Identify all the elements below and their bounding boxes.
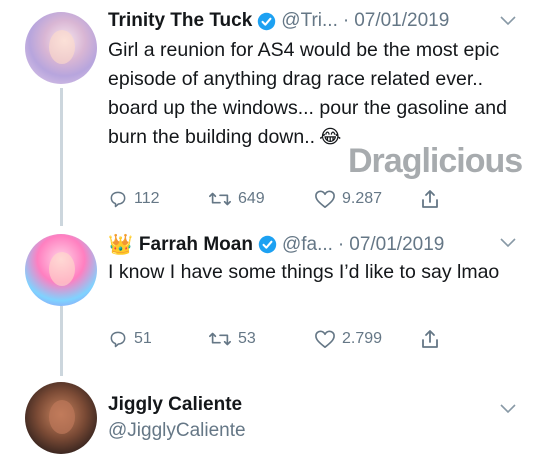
display-name[interactable]: Farrah Moan xyxy=(139,234,253,256)
tweet-actions: 112 649 9.287 xyxy=(108,188,440,210)
laughing-emoji: 😂 xyxy=(319,127,342,148)
tweet-header: 👑 Farrah Moan @fa... · 07/01/2019 xyxy=(108,232,444,257)
avatar[interactable] xyxy=(25,382,97,454)
reply-icon xyxy=(110,331,126,348)
watermark: Draglicious xyxy=(348,142,523,180)
separator-dot: · xyxy=(337,233,345,255)
separator-dot: · xyxy=(342,10,350,31)
like-button[interactable]: 2.799 xyxy=(314,329,420,349)
like-count: 2.799 xyxy=(342,330,383,347)
like-count: 9.287 xyxy=(342,190,383,207)
retweet-count: 53 xyxy=(238,330,256,347)
chevron-down-icon[interactable] xyxy=(500,16,516,26)
avatar-face xyxy=(49,30,75,64)
tweet-date[interactable]: 07/01/2019 xyxy=(349,234,444,256)
verified-icon xyxy=(257,12,276,31)
thread-connector xyxy=(60,306,63,376)
share-button[interactable] xyxy=(420,328,440,350)
avatar[interactable] xyxy=(25,234,97,306)
avatar[interactable] xyxy=(25,12,97,84)
share-button[interactable] xyxy=(420,188,440,210)
avatar-face xyxy=(49,400,75,434)
tweet-body: I know I have some things I’d like to sa… xyxy=(108,261,500,283)
tweet-body: Girl a reunion for AS4 would be the most… xyxy=(108,39,507,148)
user-handle[interactable]: @Tri... xyxy=(281,10,338,32)
tweet-text: Girl a reunion for AS4 would be the most… xyxy=(108,36,518,152)
reply-icon xyxy=(110,191,126,208)
retweet-icon xyxy=(209,192,231,206)
tweet-text: I know I have some things I’d like to sa… xyxy=(108,258,518,287)
reply-count: 112 xyxy=(134,190,160,207)
verified-icon xyxy=(258,235,277,254)
retweet-icon xyxy=(209,332,231,346)
tweet-header: Trinity The Tuck @Tri... · 07/01/2019 xyxy=(108,10,449,32)
share-icon xyxy=(422,330,438,348)
display-name[interactable]: Jiggly Caliente xyxy=(108,394,242,416)
like-button[interactable]: 9.287 xyxy=(314,189,420,209)
reply-button[interactable]: 112 xyxy=(108,189,208,209)
retweet-button[interactable]: 649 xyxy=(208,189,314,209)
tweet-date[interactable]: 07/01/2019 xyxy=(354,10,449,32)
crown-icon: 👑 xyxy=(108,234,133,256)
chevron-down-icon[interactable] xyxy=(500,404,516,414)
tweet-actions: 51 53 2.799 xyxy=(108,328,440,350)
share-icon xyxy=(422,190,438,208)
retweet-count: 649 xyxy=(238,190,265,207)
thread-connector xyxy=(60,88,63,226)
user-handle[interactable]: @fa... xyxy=(282,234,333,256)
avatar-face xyxy=(49,252,75,286)
reply-button[interactable]: 51 xyxy=(108,329,208,349)
like-icon xyxy=(315,190,335,208)
like-icon xyxy=(315,330,335,348)
reply-count: 51 xyxy=(134,330,152,347)
retweet-button[interactable]: 53 xyxy=(208,329,314,349)
display-name[interactable]: Trinity The Tuck xyxy=(108,10,252,32)
chevron-down-icon[interactable] xyxy=(500,238,516,248)
user-handle[interactable]: @JigglyCaliente xyxy=(108,420,246,442)
